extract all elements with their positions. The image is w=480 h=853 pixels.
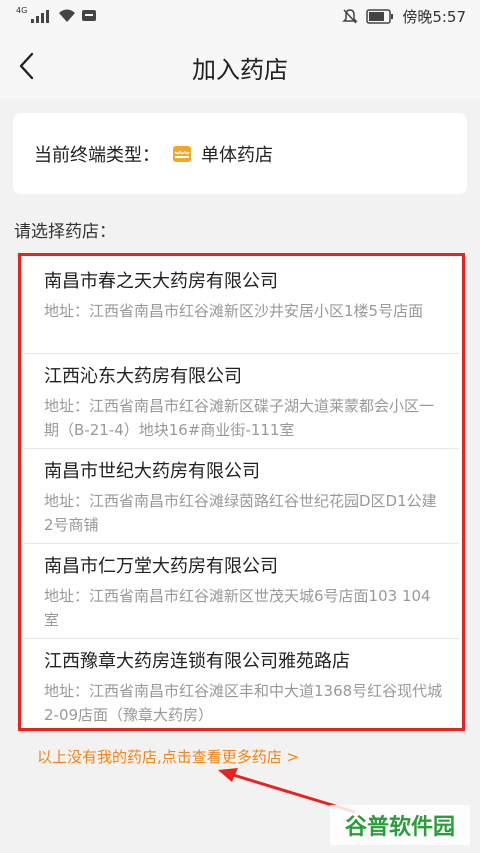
mute-icon — [342, 9, 359, 24]
page-title: 加入药店 — [192, 56, 288, 84]
pharmacy-address: 地址：江西省南昌市红谷滩绿茵路红谷世纪花园D区D1公建2号商铺 — [44, 492, 437, 534]
pharmacy-name: 南昌市春之天大药房有限公司 — [44, 271, 278, 292]
pharmacy-item[interactable]: 南昌市春之天大药房有限公司 地址：江西省南昌市红谷滩新区沙井安居小区1楼5号店面 — [24, 259, 459, 354]
status-right: 傍晚5:57 — [342, 6, 466, 27]
pharmacy-address: 地址：江西省南昌市红谷滩新区碟子湖大道莱蒙都会小区一期（B-21-4）地块16#… — [44, 397, 435, 439]
pharmacy-name: 江西沁东大药房有限公司 — [44, 366, 242, 387]
pharmacy-item[interactable]: 南昌市仁万堂大药房有限公司 地址：江西省南昌市红谷滩新区世茂天城6号店面103 … — [24, 544, 459, 639]
pharmacy-name: 南昌市仁万堂大药房有限公司 — [44, 556, 278, 577]
terminal-type-card: 当前终端类型： 单体药店 — [13, 113, 467, 194]
network-label: 4G — [16, 6, 28, 15]
pharmacy-address: 地址：江西省南昌市红谷滩新区世茂天城6号店面103 104室 — [44, 587, 431, 629]
pharmacy-item[interactable]: 南昌市世纪大药房有限公司 地址：江西省南昌市红谷滩绿茵路红谷世纪花园D区D1公建… — [24, 449, 459, 544]
pharmacy-list: 南昌市春之天大药房有限公司 地址：江西省南昌市红谷滩新区沙井安居小区1楼5号店面… — [18, 253, 465, 731]
signal-icon — [31, 9, 50, 23]
store-icon — [173, 145, 191, 162]
terminal-type-value: 单体药店 — [201, 144, 273, 166]
pharmacy-name: 南昌市世纪大药房有限公司 — [44, 461, 260, 482]
nav-bar: 加入药店 — [0, 34, 480, 98]
wifi-icon — [59, 9, 76, 22]
pharmacy-item[interactable]: 江西沁东大药房有限公司 地址：江西省南昌市红谷滩新区碟子湖大道莱蒙都会小区一期（… — [24, 354, 459, 449]
pharmacy-address: 地址：江西省南昌市红谷滩区丰和中大道1368号红谷现代城2-09店面（豫章大药房… — [44, 682, 443, 724]
battery-icon — [366, 9, 394, 24]
message-icon — [82, 9, 97, 21]
status-bar: 4G 傍晚5:57 — [0, 0, 480, 34]
watermark: 谷普软件园 — [330, 805, 470, 845]
status-left: 4G — [16, 6, 97, 23]
select-pharmacy-label: 请选择药店： — [14, 222, 116, 242]
terminal-type-label: 当前终端类型： — [34, 144, 160, 166]
pharmacy-item[interactable]: 江西豫章大药房连锁有限公司雅苑路店 地址：江西省南昌市红谷滩区丰和中大道1368… — [24, 639, 459, 734]
pharmacy-address: 地址：江西省南昌市红谷滩新区沙井安居小区1楼5号店面 — [44, 302, 424, 320]
status-time: 傍晚5:57 — [402, 8, 466, 26]
pharmacy-name: 江西豫章大药房连锁有限公司雅苑路店 — [44, 651, 350, 672]
